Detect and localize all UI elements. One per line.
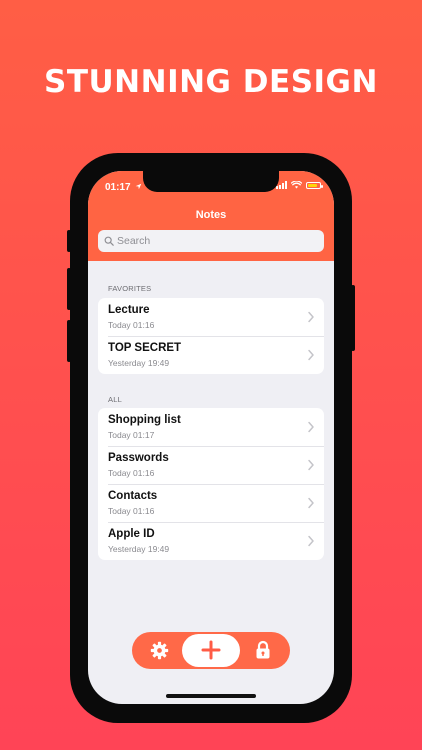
note-title: Passwords [108,452,169,464]
list-item[interactable]: Passwords Today 01:16 [98,446,324,484]
chevron-right-icon [308,349,314,361]
list-item[interactable]: Lecture Today 01:16 [98,298,324,336]
lock-button[interactable] [254,640,272,660]
list-item[interactable]: TOP SECRET Yesterday 19:49 [98,336,324,374]
wifi-icon [291,181,302,189]
note-title: Contacts [108,490,158,502]
note-date: Today 01:16 [108,468,155,478]
search-icon [104,236,114,246]
note-date: Today 01:16 [108,320,155,330]
app-screen: 01:17 Notes FAVORITES Lectur [88,171,334,704]
chevron-right-icon [308,459,314,471]
phone-notch [143,171,279,192]
note-date: Yesterday 19:49 [108,544,170,554]
favorites-section-header: FAVORITES [108,284,152,293]
home-indicator[interactable] [166,694,256,698]
settings-button[interactable] [150,641,169,660]
note-title: Apple ID [108,528,155,540]
add-note-button[interactable] [182,634,240,667]
chevron-right-icon [308,497,314,509]
search-bar[interactable] [98,230,324,252]
note-date: Yesterday 19:49 [108,358,170,368]
chevron-right-icon [308,311,314,323]
all-section-header: ALL [108,395,122,404]
search-input[interactable] [117,235,297,247]
status-time-text: 01:17 [105,182,131,193]
battery-icon [306,181,323,189]
chevron-right-icon [308,421,314,433]
bottom-toolbar [132,632,290,669]
note-date: Today 01:17 [108,430,155,440]
all-notes-list: Shopping list Today 01:17 Passwords Toda… [98,408,324,560]
list-item[interactable]: Shopping list Today 01:17 [98,408,324,446]
note-title: Lecture [108,304,150,316]
note-date: Today 01:16 [108,506,155,516]
plus-icon [201,640,221,660]
gear-icon [150,641,169,660]
favorites-list: Lecture Today 01:16 TOP SECRET Yesterday… [98,298,324,374]
list-item[interactable]: Contacts Today 01:16 [98,484,324,522]
status-indicators [276,181,323,189]
promo-headline: STUNNING DESIGN [44,64,378,100]
note-title: Shopping list [108,414,181,426]
page-title: Notes [195,209,227,221]
status-time: 01:17 [105,182,142,193]
list-item[interactable]: Apple ID Yesterday 19:49 [98,522,324,560]
note-title: TOP SECRET [108,342,182,354]
chevron-right-icon [308,535,314,547]
lock-icon [256,640,270,659]
location-arrow-icon [136,183,142,190]
